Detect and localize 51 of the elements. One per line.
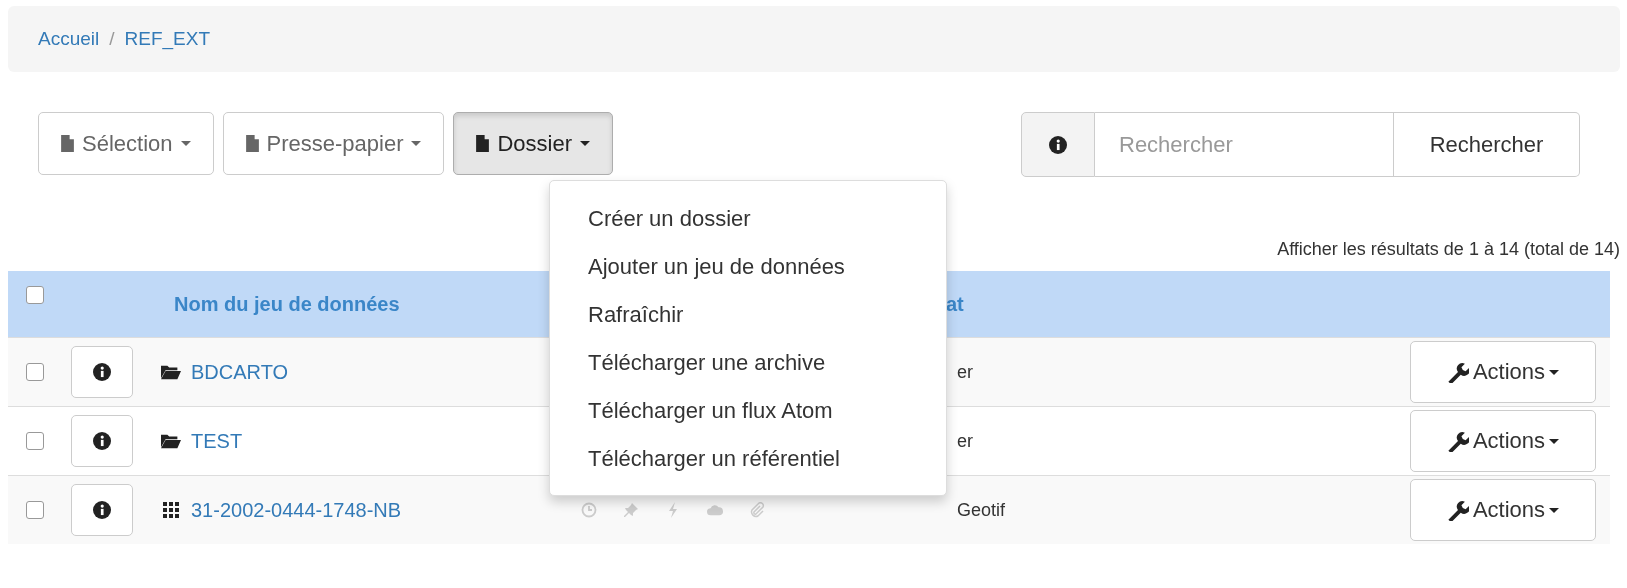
row-checkbox[interactable] <box>26 501 44 519</box>
info-icon <box>93 432 111 450</box>
format-cell-text: er <box>957 361 974 383</box>
dataset-link[interactable]: BDCARTO <box>191 360 289 384</box>
results-count: Afficher les résultats de 1 à 14 (total de 14) <box>1277 239 1620 261</box>
pin-icon <box>623 502 639 518</box>
dataset-link[interactable]: TEST <box>191 429 243 453</box>
menu-item[interactable]: Télécharger un référentiel <box>550 435 946 483</box>
search-field[interactable]: Rechercher <box>1095 112 1394 177</box>
breadcrumb-link[interactable]: Accueil <box>38 28 100 50</box>
caret-icon <box>411 141 422 146</box>
dropdown-button[interactable]: Dossier <box>453 112 614 175</box>
wrench-icon <box>1446 499 1469 521</box>
file-icon <box>245 135 259 152</box>
row-checkbox[interactable] <box>26 363 44 381</box>
file-icon <box>476 135 490 152</box>
search-button[interactable]: Rechercher <box>1394 112 1580 177</box>
info-icon <box>93 501 111 519</box>
wrench-icon <box>1446 430 1469 452</box>
cloud-icon <box>707 502 723 518</box>
dropdown-button[interactable]: Sélection <box>38 112 214 175</box>
info-button[interactable] <box>71 346 133 398</box>
format-cell-text: er <box>957 430 974 452</box>
row-checkbox[interactable] <box>26 432 44 450</box>
caret-icon <box>1549 369 1560 375</box>
breadcrumb-link[interactable]: REF_EXT <box>124 28 211 50</box>
actions-button[interactable]: Actions <box>1410 341 1596 403</box>
select-all-checkbox[interactable] <box>26 286 44 304</box>
info-button[interactable] <box>71 484 133 536</box>
wrench-icon <box>1446 361 1469 383</box>
dropdown-button[interactable]: Presse-papier <box>222 112 445 175</box>
caret-icon <box>1549 507 1560 513</box>
menu-item[interactable]: Rafraîchir <box>550 291 946 339</box>
caret-icon <box>580 141 591 146</box>
actions-button[interactable]: Actions <box>1410 410 1596 472</box>
menu-item[interactable]: Télécharger une archive <box>550 339 946 387</box>
caret-icon <box>1549 438 1560 444</box>
paperclip-icon <box>749 502 765 518</box>
dataset-link[interactable]: 31-2002-0444-1748-NB <box>191 498 402 522</box>
actions-button[interactable]: Actions <box>1410 479 1596 541</box>
menu-item[interactable]: Télécharger un flux Atom <box>550 387 946 435</box>
info-icon <box>93 363 111 381</box>
file-icon <box>61 135 74 152</box>
format-cell-text: Geotif <box>957 499 1007 521</box>
breadcrumb-separator: / <box>109 28 115 50</box>
menu-item[interactable]: Créer un dossier <box>550 195 946 243</box>
menu-item[interactable]: Ajouter un jeu de données <box>550 243 946 291</box>
caret-icon <box>180 141 191 146</box>
info-addon[interactable] <box>1021 112 1095 177</box>
info-icon <box>1049 135 1067 154</box>
info-button[interactable] <box>71 415 133 467</box>
